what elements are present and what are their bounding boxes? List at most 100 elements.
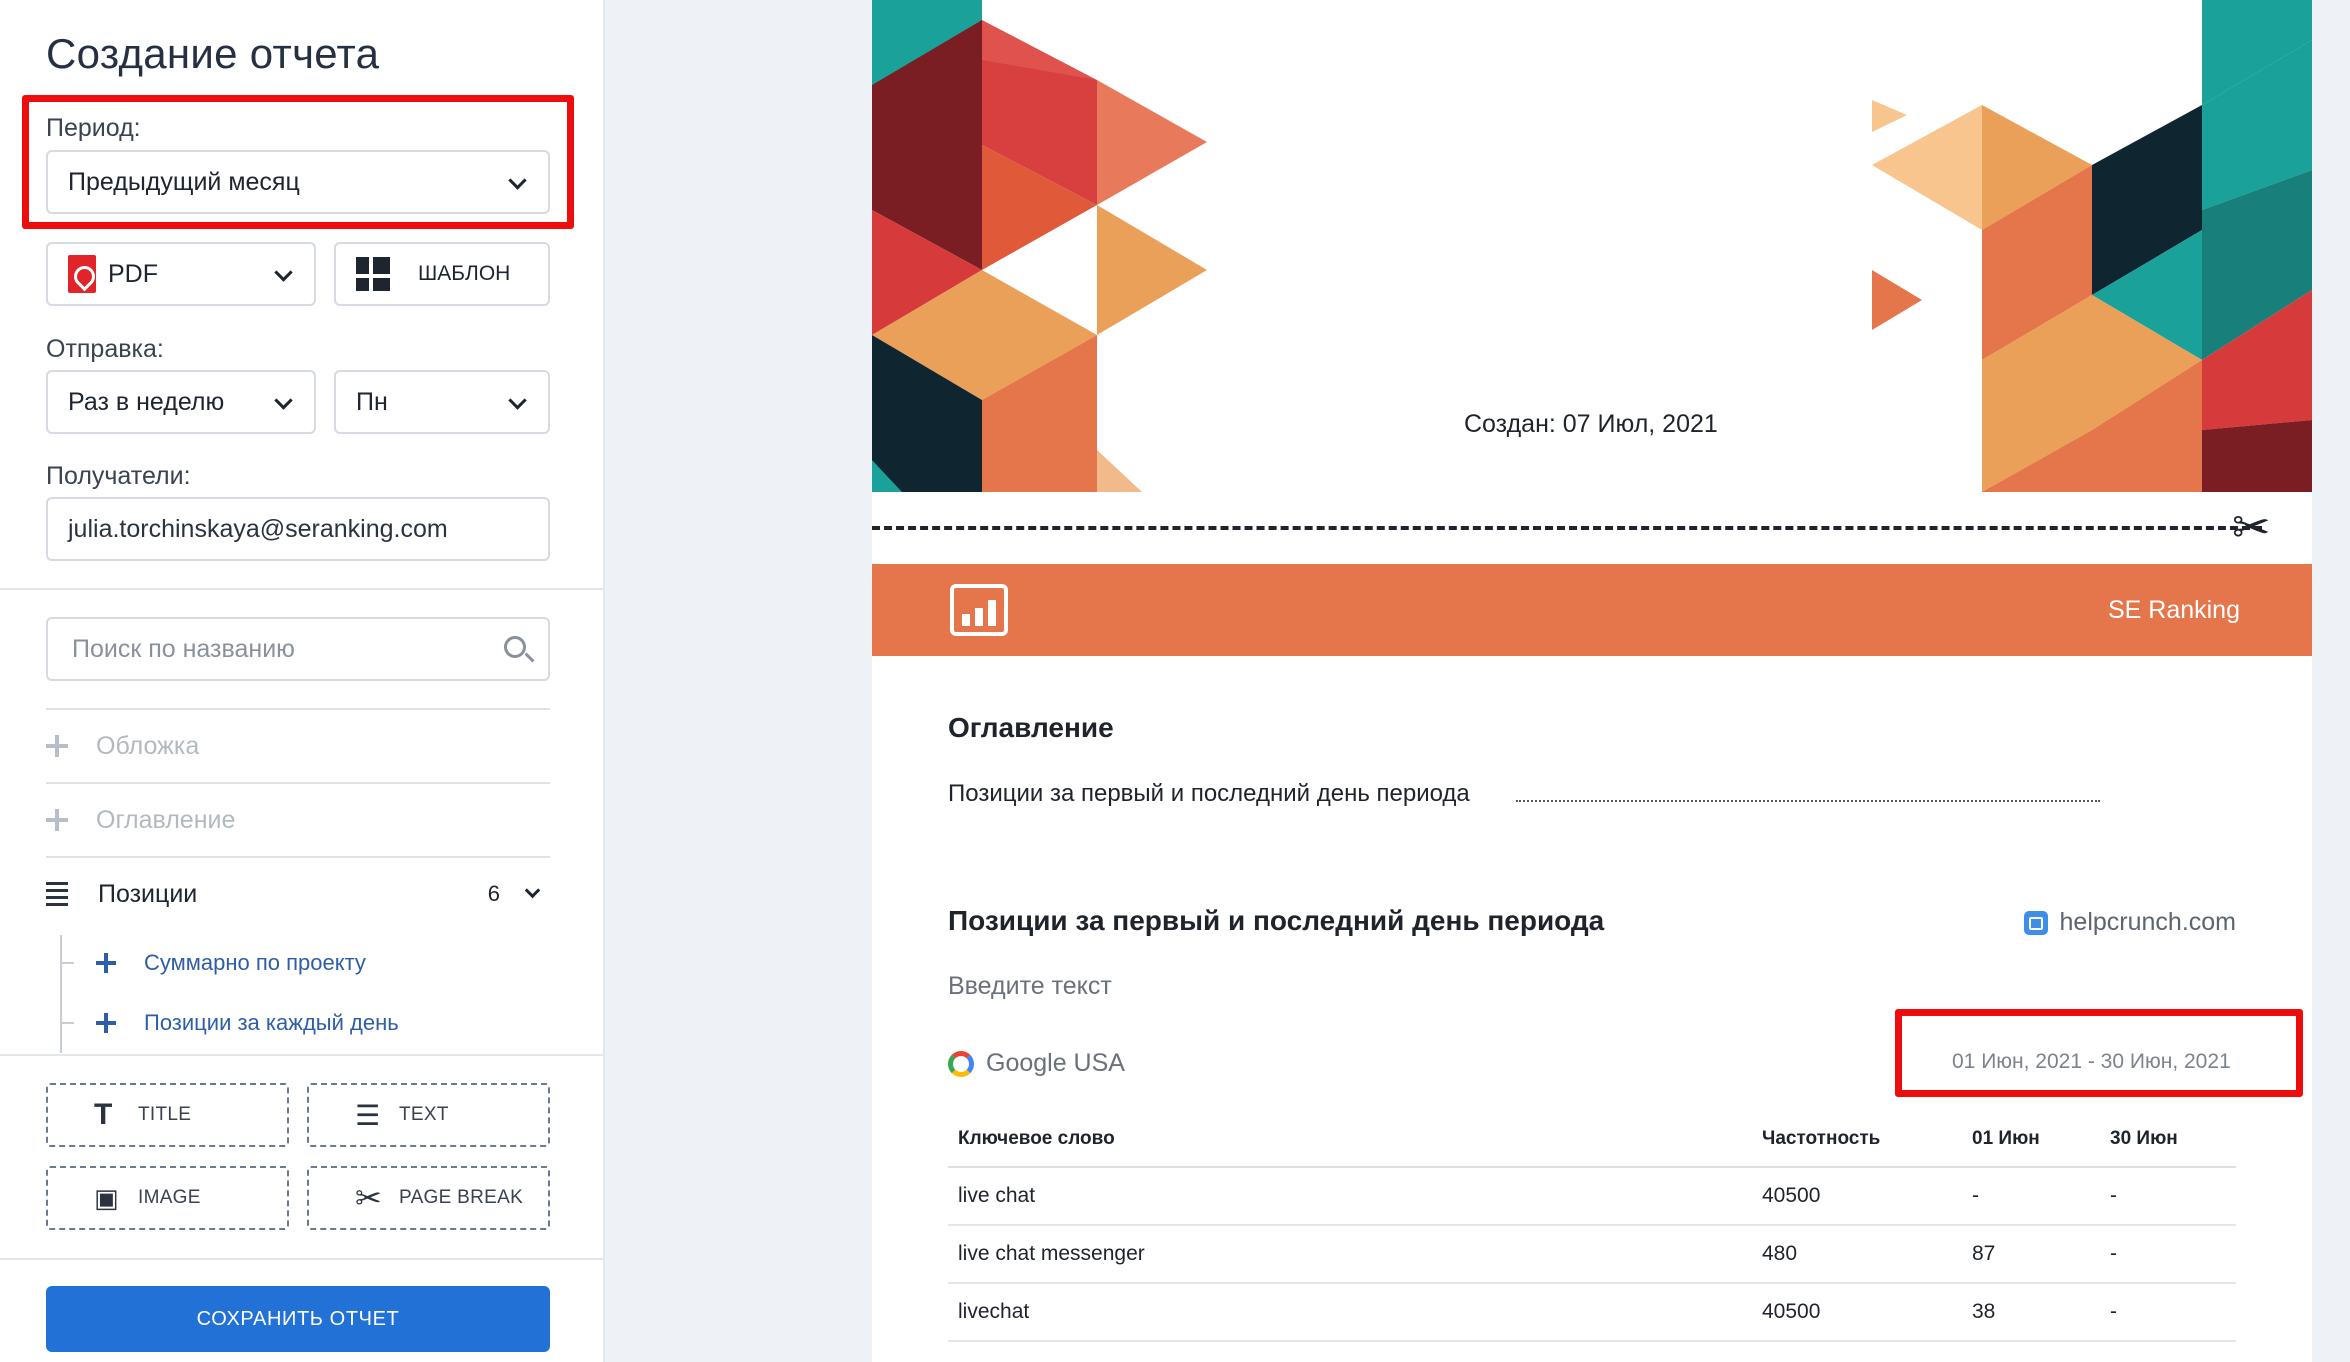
chevron-down-icon bbox=[274, 263, 293, 282]
page-break-line bbox=[872, 526, 2262, 530]
recipients-input[interactable]: julia.torchinskaya@seranking.com bbox=[46, 497, 550, 561]
engine-name: Google USA bbox=[986, 1049, 1125, 1077]
date-range-highlight-box bbox=[1895, 1009, 2303, 1097]
search-engine: Google USA bbox=[948, 1049, 1125, 1078]
day-select-value: Пн bbox=[356, 387, 388, 416]
recipients-label: Получатели: bbox=[46, 462, 191, 490]
add-image-block[interactable]: ▣ IMAGE bbox=[46, 1166, 289, 1230]
helpcrunch-icon bbox=[2023, 910, 2048, 935]
day-select[interactable]: Пн bbox=[334, 370, 550, 434]
text-block[interactable]: Введите текст bbox=[948, 972, 1112, 1001]
google-icon bbox=[948, 1050, 974, 1077]
toc-item: Позиции за первый и последний день перио… bbox=[948, 780, 1470, 807]
report-preview: Создан: 07 Июл, 2021 ✂ SE Ranking Оглавл… bbox=[872, 0, 2312, 1362]
template-button-label: ШАБЛОН bbox=[418, 262, 511, 285]
brand-name: SE Ranking bbox=[2107, 596, 2240, 624]
positions-table: Ключевое слово Частотность 01 Июн 30 Июн… bbox=[948, 1112, 2236, 1342]
search-input[interactable]: Поиск по названию bbox=[46, 617, 550, 681]
volume-cell: 480 bbox=[1762, 1242, 1798, 1265]
column-header: Частотность bbox=[1762, 1128, 1881, 1149]
pdf-icon bbox=[68, 255, 96, 293]
table-row: livechat 40500 38 - bbox=[948, 1284, 2236, 1342]
template-button[interactable]: ШАБЛОН bbox=[334, 242, 550, 306]
save-report-button[interactable]: СОХРАНИТЬ ОТЧЕТ bbox=[46, 1286, 550, 1352]
divider bbox=[0, 588, 605, 590]
search-icon bbox=[504, 636, 526, 658]
site-name: helpcrunch.com bbox=[2059, 908, 2236, 936]
scissors-icon: ✂ bbox=[355, 1180, 383, 1216]
frequency-select-value: Раз в неделю bbox=[68, 387, 225, 416]
table-row: live chat messenger 480 87 - bbox=[948, 1226, 2236, 1284]
position-cell: 38 bbox=[1972, 1300, 1996, 1323]
chevron-down-icon bbox=[274, 391, 293, 410]
move-icon[interactable] bbox=[96, 1013, 116, 1033]
frequency-select[interactable]: Раз в неделю bbox=[46, 370, 316, 434]
sending-label: Отправка: bbox=[46, 335, 164, 363]
search-placeholder: Поиск по названию bbox=[72, 634, 295, 663]
report-header-banner: SE Ranking bbox=[872, 564, 2312, 656]
chevron-down-icon bbox=[508, 391, 527, 410]
volume-cell: 40500 bbox=[1762, 1300, 1821, 1323]
add-title-block[interactable]: T TITLE bbox=[46, 1083, 289, 1147]
position-cell: 87 bbox=[1972, 1242, 1996, 1265]
report-logo-icon bbox=[950, 584, 1008, 636]
column-header: 30 Июн bbox=[2110, 1128, 2178, 1149]
report-settings-panel: Создание отчета Период: Предыдущий месяц… bbox=[0, 0, 605, 1362]
move-icon[interactable] bbox=[46, 735, 68, 757]
add-text-block[interactable]: ☰ TEXT bbox=[307, 1083, 550, 1147]
table-row: live chat 40500 - - bbox=[948, 1168, 2236, 1226]
position-cell: - bbox=[2110, 1300, 2117, 1323]
keyword-cell: live chat bbox=[958, 1184, 1036, 1207]
tree-tick bbox=[60, 1022, 74, 1024]
position-cell: - bbox=[2110, 1242, 2117, 1265]
section-item-positions[interactable]: Позиции 6 bbox=[46, 856, 550, 930]
subsection-item-daily-positions[interactable]: Позиции за каждый день bbox=[96, 1010, 399, 1036]
tool-label: TITLE bbox=[138, 1104, 192, 1125]
tool-label: PAGE BREAK bbox=[399, 1187, 524, 1208]
cover-page: Создан: 07 Июл, 2021 bbox=[872, 0, 2312, 492]
keyword-cell: livechat bbox=[958, 1300, 1030, 1323]
period-highlight-box bbox=[22, 95, 574, 229]
recipients-value: julia.torchinskaya@seranking.com bbox=[68, 514, 448, 543]
column-header: Ключевое слово bbox=[958, 1128, 1115, 1149]
add-page-break-block[interactable]: ✂ PAGE BREAK bbox=[307, 1166, 550, 1230]
tool-label: IMAGE bbox=[138, 1187, 201, 1208]
section-label: Оглавление bbox=[96, 805, 236, 834]
divider bbox=[0, 1258, 605, 1260]
section-item-cover[interactable]: Обложка bbox=[46, 708, 550, 782]
section-item-toc[interactable]: Оглавление bbox=[46, 782, 550, 856]
image-icon: ▣ bbox=[94, 1182, 119, 1213]
keyword-cell: live chat messenger bbox=[958, 1242, 1145, 1265]
toc-title: Оглавление bbox=[948, 712, 1114, 743]
chevron-down-icon[interactable] bbox=[524, 882, 541, 899]
format-select[interactable]: PDF bbox=[46, 242, 316, 306]
table-header: Ключевое слово Частотность 01 Июн 30 Июн bbox=[948, 1112, 2236, 1168]
subsection-item-project-summary[interactable]: Суммарно по проекту bbox=[96, 950, 366, 976]
tree-tick bbox=[60, 962, 74, 964]
text-icon: ☰ bbox=[355, 1099, 381, 1131]
tree-line bbox=[60, 935, 62, 1053]
format-select-value: PDF bbox=[108, 259, 158, 288]
site-label: helpcrunch.com bbox=[2023, 908, 2236, 937]
template-icon bbox=[356, 257, 390, 291]
section-label: Позиции bbox=[98, 879, 198, 908]
position-cell: - bbox=[2110, 1184, 2117, 1207]
volume-cell: 40500 bbox=[1762, 1184, 1821, 1207]
tool-label: TEXT bbox=[399, 1104, 449, 1125]
section-title: Позиции за первый и последний день перио… bbox=[948, 905, 1605, 936]
subsection-label: Позиции за каждый день bbox=[144, 1010, 399, 1035]
page-title: Создание отчета bbox=[46, 30, 380, 77]
position-cell: - bbox=[1972, 1184, 1979, 1207]
move-icon[interactable] bbox=[96, 953, 116, 973]
section-count: 6 bbox=[487, 881, 500, 906]
subsection-label: Суммарно по проекту bbox=[144, 950, 366, 975]
created-date: Создан: 07 Июл, 2021 bbox=[1464, 410, 1718, 438]
list-icon bbox=[46, 882, 68, 906]
toc-leader-dots bbox=[1516, 800, 2100, 802]
section-label: Обложка bbox=[96, 731, 200, 760]
divider bbox=[0, 1054, 605, 1056]
column-header: 01 Июн bbox=[1972, 1128, 2040, 1149]
scissors-icon[interactable]: ✂ bbox=[2232, 500, 2271, 554]
title-icon: T bbox=[94, 1098, 113, 1131]
move-icon[interactable] bbox=[46, 809, 68, 831]
